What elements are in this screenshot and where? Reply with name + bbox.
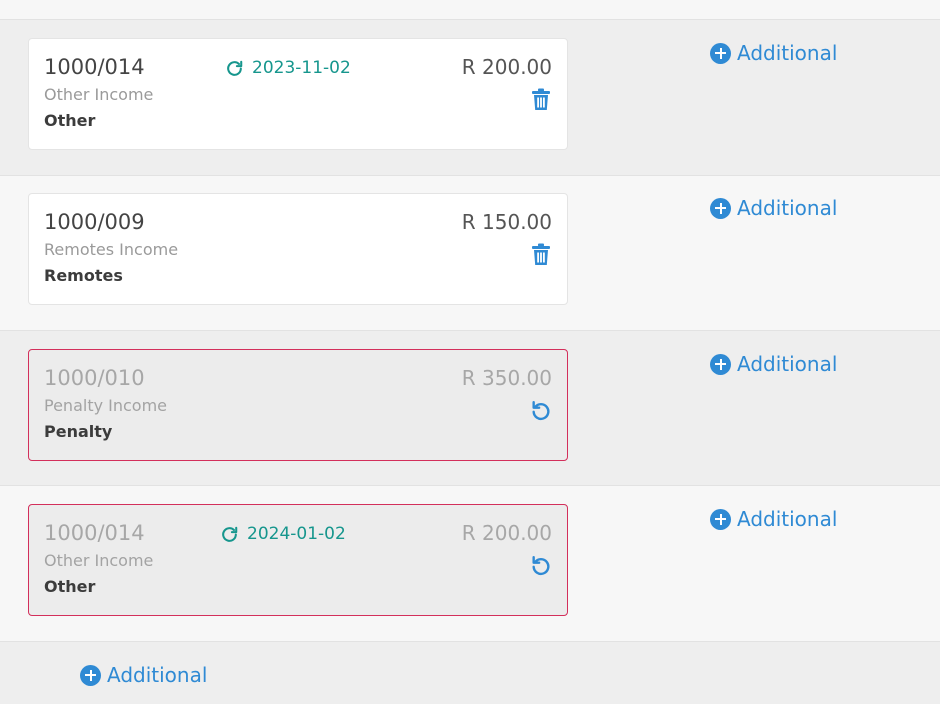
line-item-row: 1000/009 R 150.00 Remotes Income Remotes… [0, 176, 940, 331]
income-category: Other Income [44, 85, 154, 104]
recurring-date[interactable]: 2023-11-02 [225, 58, 351, 78]
amount: R 150.00 [461, 210, 552, 234]
footer-row: Additional [0, 642, 940, 704]
recurring-icon [222, 526, 238, 542]
amount: R 200.00 [461, 521, 552, 545]
item-name: Remotes [44, 266, 123, 285]
item-name: Penalty [44, 422, 113, 441]
line-item-row: 1000/014 2023-11-02 R 200.00 Other Incom… [0, 20, 940, 176]
amount: R 350.00 [461, 366, 552, 390]
recurring-date-text: 2023-11-02 [252, 58, 351, 78]
line-item-card-deleted[interactable]: 1000/014 2024-01-02 R 200.00 Other Incom… [28, 504, 568, 616]
plus-circle-icon [710, 353, 731, 375]
plus-circle-icon [80, 664, 101, 686]
recurring-date-text: 2024-01-02 [247, 524, 346, 544]
trash-icon[interactable] [529, 241, 553, 267]
line-item-card-deleted[interactable]: 1000/010 R 350.00 Penalty Income Penalty [28, 349, 568, 461]
item-name: Other [44, 577, 96, 596]
item-name: Other [44, 111, 96, 130]
line-item-card[interactable]: 1000/009 R 150.00 Remotes Income Remotes [28, 193, 568, 305]
income-category: Other Income [44, 551, 154, 570]
undo-icon[interactable] [529, 552, 553, 578]
amount: R 200.00 [461, 55, 552, 79]
recurring-icon [227, 60, 243, 76]
plus-circle-icon [710, 42, 731, 64]
account-code: 1000/014 [44, 521, 145, 545]
undo-icon[interactable] [529, 397, 553, 423]
add-additional-button[interactable]: Additional [710, 196, 837, 220]
income-category: Remotes Income [44, 240, 179, 259]
plus-circle-icon [710, 508, 731, 530]
add-additional-button[interactable]: Additional [710, 507, 837, 531]
top-strip [0, 0, 940, 20]
add-additional-label: Additional [737, 196, 838, 220]
line-item-card[interactable]: 1000/014 2023-11-02 R 200.00 Other Incom… [28, 38, 568, 150]
add-additional-label: Additional [737, 507, 838, 531]
income-category: Penalty Income [44, 396, 168, 415]
account-code: 1000/009 [44, 210, 145, 234]
plus-circle-icon [710, 197, 731, 219]
account-code: 1000/010 [44, 366, 145, 390]
add-additional-button[interactable]: Additional [710, 352, 837, 376]
add-additional-button[interactable]: Additional [710, 41, 837, 65]
add-additional-label: Additional [737, 352, 838, 376]
add-additional-button-footer[interactable]: Additional [80, 663, 207, 687]
account-code: 1000/014 [44, 55, 145, 79]
line-item-row: 1000/014 2024-01-02 R 200.00 Other Incom… [0, 486, 940, 642]
line-item-row: 1000/010 R 350.00 Penalty Income Penalty… [0, 331, 940, 486]
add-additional-label: Additional [107, 663, 208, 687]
trash-icon[interactable] [529, 86, 553, 112]
recurring-date[interactable]: 2024-01-02 [220, 524, 346, 544]
add-additional-label: Additional [737, 41, 838, 65]
